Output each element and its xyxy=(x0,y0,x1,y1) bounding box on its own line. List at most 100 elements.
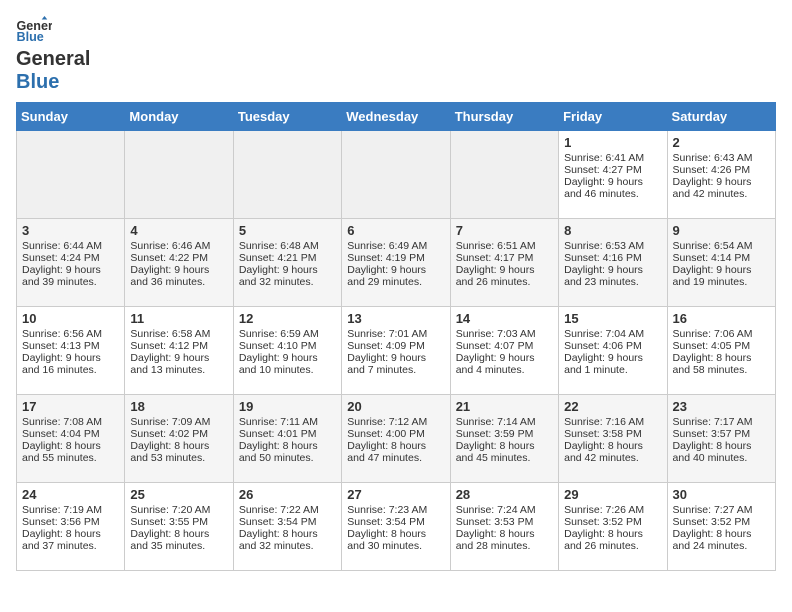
day-info-line: Sunset: 4:10 PM xyxy=(239,340,336,352)
day-info-line: Sunrise: 6:41 AM xyxy=(564,152,661,164)
day-info-line: Daylight: 8 hours and 58 minutes. xyxy=(673,352,770,376)
day-number: 20 xyxy=(347,399,444,414)
logo-general: General xyxy=(16,48,90,70)
calendar-cell-w4d0: 24Sunrise: 7:19 AMSunset: 3:56 PMDayligh… xyxy=(17,483,125,571)
calendar-cell-w1d1: 4Sunrise: 6:46 AMSunset: 4:22 PMDaylight… xyxy=(125,219,233,307)
day-header-saturday: Saturday xyxy=(667,103,775,131)
day-info-line: Sunrise: 7:06 AM xyxy=(673,328,770,340)
day-info-line: Sunset: 4:07 PM xyxy=(456,340,553,352)
day-info-line: Sunrise: 6:48 AM xyxy=(239,240,336,252)
day-number: 15 xyxy=(564,311,661,326)
day-info-line: Daylight: 8 hours and 35 minutes. xyxy=(130,528,227,552)
day-number: 25 xyxy=(130,487,227,502)
calendar-cell-w1d5: 8Sunrise: 6:53 AMSunset: 4:16 PMDaylight… xyxy=(559,219,667,307)
calendar-cell-w3d4: 21Sunrise: 7:14 AMSunset: 3:59 PMDayligh… xyxy=(450,395,558,483)
day-info-line: Sunrise: 7:20 AM xyxy=(130,504,227,516)
calendar-cell-w2d4: 14Sunrise: 7:03 AMSunset: 4:07 PMDayligh… xyxy=(450,307,558,395)
day-info-line: Daylight: 8 hours and 55 minutes. xyxy=(22,440,119,464)
calendar-cell-w1d0: 3Sunrise: 6:44 AMSunset: 4:24 PMDaylight… xyxy=(17,219,125,307)
day-number: 4 xyxy=(130,223,227,238)
day-header-wednesday: Wednesday xyxy=(342,103,450,131)
calendar-table: SundayMondayTuesdayWednesdayThursdayFrid… xyxy=(16,102,776,571)
day-info-line: Sunrise: 7:24 AM xyxy=(456,504,553,516)
svg-text:Blue: Blue xyxy=(17,30,44,44)
calendar-cell-w3d0: 17Sunrise: 7:08 AMSunset: 4:04 PMDayligh… xyxy=(17,395,125,483)
day-info-line: Daylight: 8 hours and 30 minutes. xyxy=(347,528,444,552)
day-info-line: Sunset: 4:21 PM xyxy=(239,252,336,264)
calendar-cell-w2d0: 10Sunrise: 6:56 AMSunset: 4:13 PMDayligh… xyxy=(17,307,125,395)
day-info-line: Sunrise: 7:03 AM xyxy=(456,328,553,340)
day-info-line: Sunset: 3:55 PM xyxy=(130,516,227,528)
day-info-line: Sunset: 3:53 PM xyxy=(456,516,553,528)
day-info-line: Daylight: 8 hours and 32 minutes. xyxy=(239,528,336,552)
day-number: 9 xyxy=(673,223,770,238)
calendar-cell-w1d3: 6Sunrise: 6:49 AMSunset: 4:19 PMDaylight… xyxy=(342,219,450,307)
day-header-monday: Monday xyxy=(125,103,233,131)
day-number: 19 xyxy=(239,399,336,414)
day-number: 28 xyxy=(456,487,553,502)
day-number: 24 xyxy=(22,487,119,502)
day-info-line: Daylight: 8 hours and 45 minutes. xyxy=(456,440,553,464)
day-info-line: Daylight: 9 hours and 42 minutes. xyxy=(673,176,770,200)
day-number: 1 xyxy=(564,135,661,150)
day-info-line: Sunrise: 7:14 AM xyxy=(456,416,553,428)
day-info-line: Sunset: 3:52 PM xyxy=(673,516,770,528)
calendar-cell-w4d6: 30Sunrise: 7:27 AMSunset: 3:52 PMDayligh… xyxy=(667,483,775,571)
day-info-line: Daylight: 8 hours and 24 minutes. xyxy=(673,528,770,552)
day-number: 7 xyxy=(456,223,553,238)
day-number: 23 xyxy=(673,399,770,414)
calendar-cell-w2d6: 16 Sunrise: 7:06 AMSunset: 4:05 PMDayligh… xyxy=(667,307,775,395)
day-info-line: Sunset: 4:17 PM xyxy=(456,252,553,264)
day-info-line: Sunset: 4:24 PM xyxy=(22,252,119,264)
day-info-line: Sunset: 4:19 PM xyxy=(347,252,444,264)
calendar-cell-w2d3: 13Sunrise: 7:01 AMSunset: 4:09 PMDayligh… xyxy=(342,307,450,395)
day-info-line: Sunrise: 6:43 AM xyxy=(673,152,770,164)
calendar-cell-w4d3: 27Sunrise: 7:23 AMSunset: 3:54 PMDayligh… xyxy=(342,483,450,571)
calendar-cell-w4d4: 28 Sunrise: 7:24 AMSunset: 3:53 PMDayligh… xyxy=(450,483,558,571)
day-number: 10 xyxy=(22,311,119,326)
day-info-line: Sunset: 4:05 PM xyxy=(673,340,770,352)
calendar-cell-w4d2: 26Sunrise: 7:22 AMSunset: 3:54 PMDayligh… xyxy=(233,483,341,571)
day-info-line: Sunrise: 6:58 AM xyxy=(130,328,227,340)
day-header-friday: Friday xyxy=(559,103,667,131)
day-info-line: Daylight: 9 hours and 13 minutes. xyxy=(130,352,227,376)
day-info-line: Sunset: 3:59 PM xyxy=(456,428,553,440)
day-info-line: Daylight: 8 hours and 28 minutes. xyxy=(456,528,553,552)
day-info-line: Sunset: 4:27 PM xyxy=(564,164,661,176)
day-info-line: Daylight: 8 hours and 42 minutes. xyxy=(564,440,661,464)
day-info-line: Daylight: 9 hours and 46 minutes. xyxy=(564,176,661,200)
day-info-line: Daylight: 9 hours and 19 minutes. xyxy=(673,264,770,288)
day-info-line: Sunset: 3:56 PM xyxy=(22,516,119,528)
day-number: 18 xyxy=(130,399,227,414)
calendar-cell-w0d3 xyxy=(342,131,450,219)
day-info-line: Sunset: 4:09 PM xyxy=(347,340,444,352)
day-info-line: Daylight: 8 hours and 40 minutes. xyxy=(673,440,770,464)
day-info-line: Sunset: 4:14 PM xyxy=(673,252,770,264)
day-info-line: Sunset: 4:02 PM xyxy=(130,428,227,440)
day-info-line: Sunset: 4:00 PM xyxy=(347,428,444,440)
day-info-line: Sunrise: 7:17 AM xyxy=(673,416,770,428)
day-info-line: Daylight: 8 hours and 53 minutes. xyxy=(130,440,227,464)
day-info-line: Sunset: 3:54 PM xyxy=(239,516,336,528)
day-info-line: Daylight: 9 hours and 29 minutes. xyxy=(347,264,444,288)
day-info-line: Sunrise: 7:08 AM xyxy=(22,416,119,428)
calendar-cell-w3d1: 18Sunrise: 7:09 AMSunset: 4:02 PMDayligh… xyxy=(125,395,233,483)
day-number: 8 xyxy=(564,223,661,238)
day-info-line: Sunrise: 6:54 AM xyxy=(673,240,770,252)
calendar-cell-w0d6: 2Sunrise: 6:43 AMSunset: 4:26 PMDaylight… xyxy=(667,131,775,219)
day-info-line: Sunrise: 6:59 AM xyxy=(239,328,336,340)
calendar-cell-w4d1: 25 Sunrise: 7:20 AMSunset: 3:55 PMDayligh… xyxy=(125,483,233,571)
day-info-line: Sunrise: 7:27 AM xyxy=(673,504,770,516)
day-info-line: Sunrise: 7:22 AM xyxy=(239,504,336,516)
day-number: 16 xyxy=(673,311,770,326)
day-info-line: Sunset: 4:04 PM xyxy=(22,428,119,440)
day-info-line: Daylight: 8 hours and 26 minutes. xyxy=(564,528,661,552)
day-header-sunday: Sunday xyxy=(17,103,125,131)
day-info-line: Sunset: 3:58 PM xyxy=(564,428,661,440)
day-info-line: Sunrise: 7:11 AM xyxy=(239,416,336,428)
day-info-line: Sunset: 3:52 PM xyxy=(564,516,661,528)
day-number: 27 xyxy=(347,487,444,502)
day-info-line: Sunset: 3:57 PM xyxy=(673,428,770,440)
day-number: 6 xyxy=(347,223,444,238)
day-number: 2 xyxy=(673,135,770,150)
